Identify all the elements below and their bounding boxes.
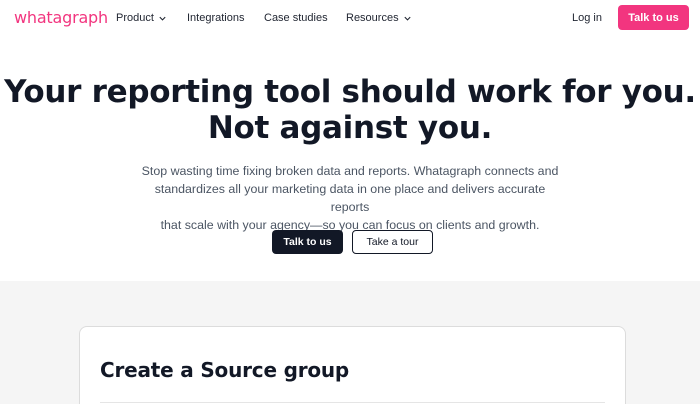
talk-to-us-header-button[interactable]: Talk to us [618,5,689,30]
take-a-tour-button[interactable]: Take a tour [352,230,433,254]
whatagraph-logo[interactable]: whatagraph [14,8,108,27]
card-divider [100,402,605,403]
nav-case-studies[interactable]: Case studies [264,12,328,24]
nav-integrations-label: Integrations [187,12,245,24]
chevron-down-icon [403,16,411,21]
nav-case-studies-label: Case studies [264,12,328,24]
hero-title-line-1: Your reporting tool should work for you. [4,74,696,110]
hero-subtitle-line-2: standardizes all your marketing data in … [154,182,546,214]
nav-product[interactable]: Product [116,12,167,24]
nav-resources[interactable]: Resources [346,12,412,24]
hero-title: Your reporting tool should work for you.… [0,74,700,146]
hero-subtitle-line-1: Stop wasting time fixing broken data and… [141,164,559,178]
hero-subtitle: Stop wasting time fixing broken data and… [140,162,560,234]
chevron-down-icon [159,16,166,21]
site-header: whatagraph Product Integrations Case stu… [0,0,700,36]
card-title: Create a Source group [100,358,350,382]
talk-to-us-hero-button[interactable]: Talk to us [272,230,343,254]
hero-title-line-2: Not against you. [207,110,493,146]
nav-product-label: Product [116,12,154,24]
hero-subtitle-line-3: that scale with your agency—so you can f… [160,218,540,232]
nav-integrations[interactable]: Integrations [187,12,244,24]
nav-resources-label: Resources [346,12,399,24]
login-link[interactable]: Log in [572,12,602,24]
